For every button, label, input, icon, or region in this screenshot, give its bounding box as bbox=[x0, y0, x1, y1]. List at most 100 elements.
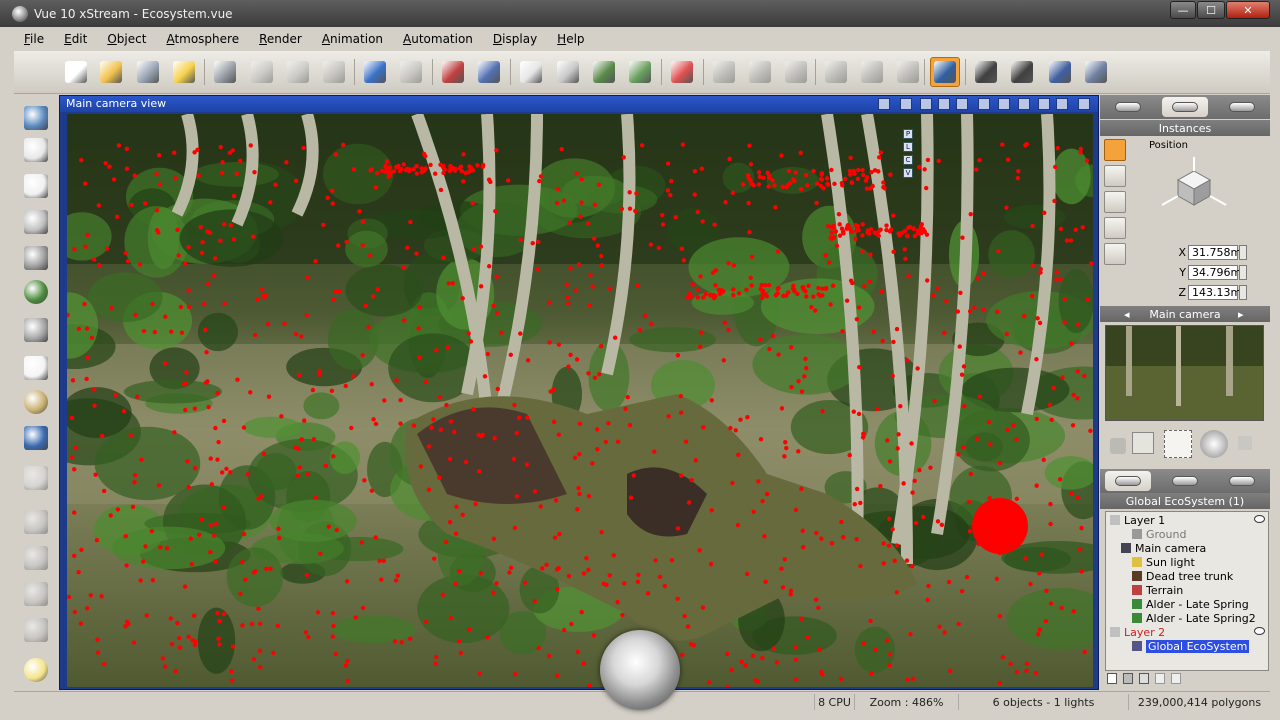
frame-counter-icon[interactable] bbox=[1018, 98, 1030, 110]
material-brush-button[interactable] bbox=[589, 57, 619, 87]
spline-tool-button[interactable] bbox=[20, 578, 52, 610]
next-camera-icon[interactable]: ▸ bbox=[1238, 308, 1244, 321]
size-mode-icon[interactable] bbox=[1104, 191, 1126, 213]
maximize-view-icon[interactable] bbox=[1078, 98, 1090, 110]
cloud-tool-button[interactable] bbox=[20, 352, 52, 384]
camera-move-icon[interactable] bbox=[1132, 432, 1154, 454]
copy-button[interactable] bbox=[247, 57, 277, 87]
object-tool-button[interactable] bbox=[20, 462, 52, 494]
plane-tool-button[interactable] bbox=[20, 102, 52, 134]
tab-materials[interactable] bbox=[1162, 471, 1208, 491]
main-camera-viewport[interactable]: Main camera view P L C V bbox=[59, 95, 1099, 690]
coord-x-spinner[interactable] bbox=[1239, 245, 1247, 260]
view-mode-icon[interactable] bbox=[878, 98, 890, 110]
tree-item[interactable]: Layer 2 bbox=[1106, 625, 1268, 639]
edit-icon[interactable] bbox=[1056, 98, 1068, 110]
view-button-l[interactable]: L bbox=[903, 142, 913, 152]
select-target-button[interactable] bbox=[474, 57, 504, 87]
object-cube-button[interactable] bbox=[553, 57, 583, 87]
prev-frame-icon[interactable] bbox=[998, 98, 1010, 110]
menu-animation[interactable]: Animation bbox=[312, 32, 393, 46]
group-tool-button[interactable] bbox=[20, 614, 52, 646]
zoom-out-button[interactable] bbox=[893, 57, 923, 87]
light-bulb-tool-button[interactable] bbox=[20, 654, 52, 686]
shaded-icon[interactable] bbox=[938, 98, 950, 110]
menu-atmosphere[interactable]: Atmosphere bbox=[156, 32, 249, 46]
text-tool-button[interactable] bbox=[20, 170, 52, 202]
maximize-button[interactable]: ☐ bbox=[1197, 1, 1225, 19]
tree-item[interactable]: Global EcoSystem bbox=[1106, 639, 1268, 653]
coord-y-spinner[interactable] bbox=[1239, 265, 1247, 280]
link-icon[interactable] bbox=[1155, 673, 1165, 684]
zoom-view-icon[interactable] bbox=[956, 98, 968, 110]
tab-links[interactable] bbox=[1219, 471, 1265, 491]
view-button-p[interactable]: P bbox=[903, 129, 913, 139]
render-sphere-button[interactable] bbox=[709, 57, 739, 87]
duplicate-button[interactable] bbox=[319, 57, 349, 87]
new-document-button[interactable] bbox=[61, 57, 91, 87]
delete-icon[interactable] bbox=[1123, 673, 1133, 684]
close-button[interactable]: ✕ bbox=[1226, 1, 1270, 19]
open-folder-button[interactable] bbox=[96, 57, 126, 87]
position-mode-icon[interactable] bbox=[1104, 139, 1126, 161]
boolean-tool-button[interactable] bbox=[20, 506, 52, 538]
layout-icon[interactable] bbox=[978, 98, 990, 110]
metablob-tool-button[interactable] bbox=[20, 542, 52, 574]
cube-tool-button[interactable] bbox=[20, 134, 52, 166]
pan-hand-icon[interactable] bbox=[1110, 438, 1126, 454]
camera-button[interactable] bbox=[1081, 57, 1111, 87]
scissors-button[interactable] bbox=[210, 57, 240, 87]
menu-render[interactable]: Render bbox=[249, 32, 312, 46]
view-button-v[interactable]: V bbox=[903, 168, 913, 178]
group-icon[interactable] bbox=[1171, 673, 1181, 684]
clapper-button[interactable] bbox=[1007, 57, 1037, 87]
axis-gizmo-icon[interactable] bbox=[1152, 153, 1236, 219]
orbit-icon[interactable] bbox=[1200, 430, 1228, 458]
camera-frame-button[interactable] bbox=[930, 57, 960, 87]
paste-button[interactable] bbox=[283, 57, 313, 87]
tree-item[interactable]: Main camera bbox=[1106, 541, 1268, 555]
mountain-tool-button[interactable] bbox=[20, 242, 52, 274]
rock-tool-button[interactable] bbox=[20, 314, 52, 346]
rotation-mode-icon[interactable] bbox=[1104, 165, 1126, 187]
camera-play-icon[interactable] bbox=[1238, 436, 1252, 450]
atmosphere-button[interactable] bbox=[516, 57, 546, 87]
save-button[interactable] bbox=[133, 57, 163, 87]
coord-x-field[interactable]: 31.758m bbox=[1188, 245, 1241, 260]
menu-file[interactable]: File bbox=[14, 32, 54, 46]
menu-help[interactable]: Help bbox=[547, 32, 594, 46]
fit-button[interactable] bbox=[1045, 57, 1075, 87]
select-record-button[interactable] bbox=[438, 57, 468, 87]
pivot-mode-icon[interactable] bbox=[1104, 243, 1126, 265]
wireframe-icon[interactable] bbox=[920, 98, 932, 110]
new-layer-icon[interactable] bbox=[1107, 673, 1117, 684]
tab-objects[interactable] bbox=[1105, 471, 1152, 491]
frame-select-icon[interactable] bbox=[1164, 430, 1192, 458]
forest-scene-render[interactable]: P L C V bbox=[67, 114, 1093, 687]
menu-automation[interactable]: Automation bbox=[393, 32, 483, 46]
plant-editor-button[interactable] bbox=[625, 57, 655, 87]
tree-item[interactable]: Alder - Late Spring2 bbox=[1106, 611, 1268, 625]
minimize-button[interactable]: — bbox=[1170, 1, 1196, 19]
tab-numerics[interactable] bbox=[1161, 97, 1208, 117]
coord-z-spinner[interactable] bbox=[1239, 285, 1247, 300]
camera-selector[interactable]: ◂ Main camera ▸ bbox=[1100, 306, 1270, 322]
save-lightning-button[interactable] bbox=[169, 57, 199, 87]
next-frame-icon[interactable] bbox=[1038, 98, 1050, 110]
undo-button[interactable] bbox=[360, 57, 390, 87]
view-button-c[interactable]: C bbox=[903, 155, 913, 165]
curve-tool-button[interactable] bbox=[20, 422, 52, 454]
tab-aspect[interactable] bbox=[1105, 97, 1151, 117]
world-browser-tree[interactable]: Layer 1 Ground Main camera Sun light Dead tr… bbox=[1105, 511, 1269, 671]
tree-item[interactable]: Ground bbox=[1106, 527, 1268, 541]
zoom-in-button[interactable] bbox=[857, 57, 887, 87]
lock-icon[interactable] bbox=[1139, 673, 1149, 684]
menu-object[interactable]: Object bbox=[97, 32, 156, 46]
tree-item[interactable]: Layer 1 bbox=[1106, 513, 1268, 527]
coord-y-field[interactable]: 34.796m bbox=[1188, 265, 1241, 280]
coord-z-field[interactable]: 143.13m bbox=[1188, 285, 1241, 300]
tree-item[interactable]: Dead tree trunk bbox=[1106, 569, 1268, 583]
color-balls-button[interactable] bbox=[667, 57, 697, 87]
vue-app-icon[interactable] bbox=[12, 5, 28, 22]
camera-preview-thumbnail[interactable] bbox=[1105, 325, 1264, 421]
